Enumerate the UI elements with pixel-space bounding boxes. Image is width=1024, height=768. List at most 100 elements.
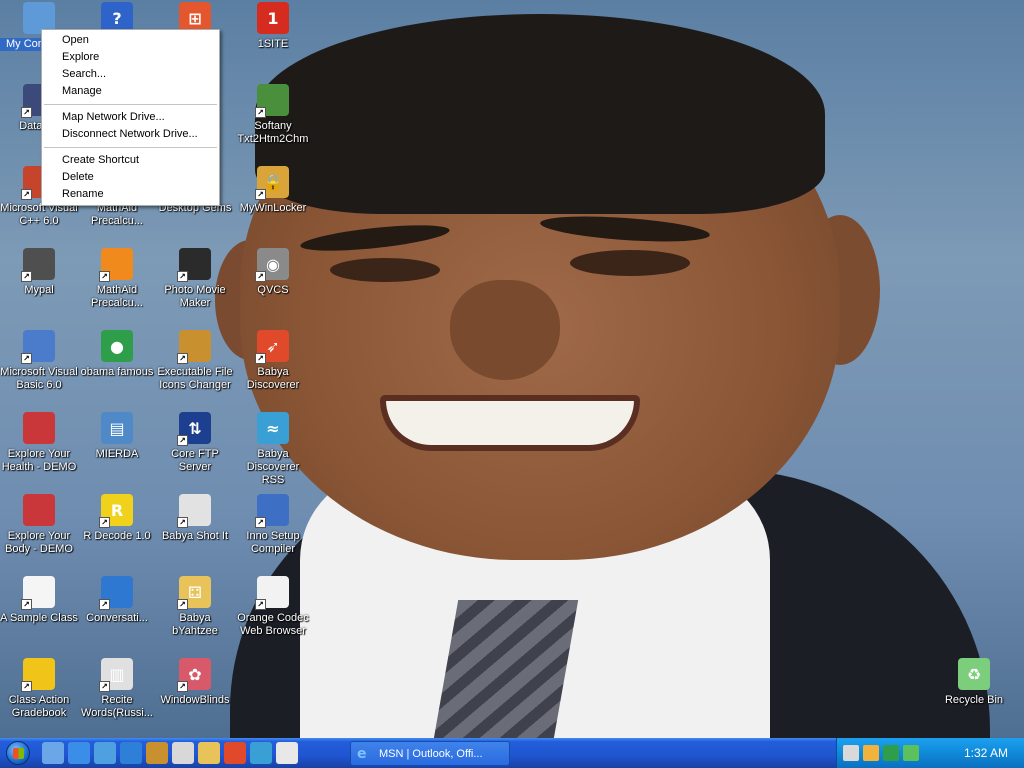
- desktop-icon-conversation[interactable]: ↗ Conversati...: [78, 574, 156, 652]
- desktop-icon-recycle-bin[interactable]: ♻ Recycle Bin: [935, 656, 1013, 734]
- wallpaper-neck: [370, 400, 700, 540]
- quick-launch-windows-update-icon[interactable]: [94, 742, 116, 764]
- quick-launch-document-icon[interactable]: [276, 742, 298, 764]
- desktop[interactable]: My Computer? ⊞ 1 1SITE ↗ DataWe ↗ Softany Txt2H…: [0, 0, 1024, 738]
- palette-icon: ✿ ↗: [177, 658, 211, 692]
- desktop-icon-label: Core FTP Server: [171, 448, 219, 473]
- wallpaper-face: [240, 40, 840, 560]
- desktop-icon-obama-famous[interactable]: ● obama famous: [78, 328, 156, 406]
- desktop-icon-qvcs[interactable]: ◉ ↗ QVCS: [234, 246, 312, 324]
- desktop-icon-label: MIERDA: [95, 448, 139, 460]
- start-button[interactable]: [0, 738, 36, 768]
- desktop-icon-label: Class Action Gradebook: [8, 694, 70, 719]
- ftp-icon: ⇅ ↗: [177, 412, 211, 446]
- taskbar-button-msn[interactable]: e MSN | Outlook, Offi...: [350, 741, 510, 766]
- menu-item-open[interactable]: Open: [42, 32, 219, 49]
- desktop-icon-label: Babya Shot It: [161, 530, 229, 542]
- dice-icon: ⚃ ↗: [177, 576, 211, 610]
- shortcut-arrow-icon: ↗: [99, 517, 110, 528]
- desktop-icon-softany[interactable]: ↗ Softany Txt2Htm2Chm: [234, 82, 312, 160]
- camera-icon: ◉ ↗: [255, 248, 289, 282]
- desktop-icon-label: Inno Setup Compiler: [246, 530, 300, 555]
- desktop-icon-orange-codec[interactable]: ↗ Orange Codec Web Browser: [234, 574, 312, 652]
- desktop-icon-exe-icons-changer[interactable]: ↗ Executable File Icons Changer: [156, 328, 234, 406]
- keyboard-icon[interactable]: [843, 745, 859, 761]
- shortcut-arrow-icon: ↗: [21, 681, 32, 692]
- menu-item-delete[interactable]: Delete: [42, 169, 219, 186]
- menu-item-explore[interactable]: Explore: [42, 49, 219, 66]
- system-tray: 1:32 AM: [836, 738, 1024, 768]
- shortcut-arrow-icon: ↗: [177, 353, 188, 364]
- network-icon[interactable]: [903, 745, 919, 761]
- menu-item-disconnect-network-drive[interactable]: Disconnect Network Drive...: [42, 126, 219, 143]
- shortcut-arrow-icon: ↗: [21, 107, 32, 118]
- health-icon: [23, 412, 55, 444]
- quick-launch-rocket-icon[interactable]: [224, 742, 246, 764]
- desktop-icon-windowblinds[interactable]: ✿ ↗ WindowBlinds: [156, 656, 234, 734]
- wallpaper-tie: [431, 600, 579, 738]
- shortcut-arrow-icon: ↗: [255, 353, 266, 364]
- gradebook-icon: ↗: [21, 658, 55, 692]
- desktop-icon-ms-visual-basic[interactable]: ↗ Microsoft Visual Basic 6.0: [0, 328, 78, 406]
- wallpaper-nose: [450, 280, 560, 380]
- desktop-icon-photo-movie-maker[interactable]: ↗ Photo Movie Maker: [156, 246, 234, 324]
- desktop-icon-label: MyWinLocker: [239, 202, 307, 214]
- raccoon-icon: ↗: [21, 248, 55, 282]
- desktop-icon-babya-yahtzee[interactable]: ⚃ ↗ Babya bYahtzee: [156, 574, 234, 652]
- desktop-icon-recite-words[interactable]: ▥ ↗ Recite Words(Russi...: [78, 656, 156, 734]
- desktop-icon-label: Conversati...: [86, 612, 148, 624]
- tray-pause-icon[interactable]: [883, 745, 899, 761]
- desktop-icon-mathaid-2[interactable]: ↗ MathAid Precalcu...: [78, 246, 156, 324]
- menu-item-create-shortcut[interactable]: Create Shortcut: [42, 152, 219, 169]
- shortcut-arrow-icon: ↗: [255, 271, 266, 282]
- desktop-icon-babya-shot-it[interactable]: ↗ Babya Shot It: [156, 492, 234, 570]
- desktop-icon-core-ftp[interactable]: ⇅ ↗ Core FTP Server: [156, 410, 234, 488]
- desktop-icon-label: obama famous: [80, 366, 154, 378]
- menu-item-rename[interactable]: Rename: [42, 186, 219, 203]
- desktop-icon-r-decode[interactable]: R ↗ R Decode 1.0: [78, 492, 156, 570]
- desktop-icon-mypal[interactable]: ↗ Mypal: [0, 246, 78, 324]
- quick-launch-internet-explorer-icon[interactable]: [68, 742, 90, 764]
- clapperboard-icon: ↗: [177, 248, 211, 282]
- desktop-icon-inno-setup[interactable]: ↗ Inno Setup Compiler: [234, 492, 312, 570]
- wallpaper-mouth: [380, 395, 640, 451]
- desktop-icon-label: Executable File Icons Changer: [157, 366, 233, 391]
- screenshot-icon: ↗: [177, 494, 211, 528]
- shortcut-arrow-icon: ↗: [99, 599, 110, 610]
- desktop-icon-label: MathAid Precalcu...: [91, 284, 143, 309]
- desktop-icon-babya-discoverer[interactable]: ➶ ↗ Babya Discoverer: [234, 328, 312, 406]
- desktop-icon-class-action[interactable]: ↗ Class Action Gradebook: [0, 656, 78, 734]
- desktop-icon-babya-rss[interactable]: ≈ Babya Discoverer RSS: [234, 410, 312, 488]
- menu-item-search[interactable]: Search...: [42, 66, 219, 83]
- taskbar-button-label: MSN | Outlook, Offi...: [379, 747, 483, 760]
- desktop-icon-label: Babya Discoverer: [246, 366, 300, 391]
- lock-icon: 🔒 ↗: [255, 166, 289, 200]
- quick-launch-computer-icon[interactable]: [42, 742, 64, 764]
- menu-item-manage[interactable]: Manage: [42, 83, 219, 100]
- desktop-icon-label: Orange Codec Web Browser: [237, 612, 309, 637]
- desktop-icon-explore-body[interactable]: Explore Your Body - DEMO: [0, 492, 78, 570]
- shortcut-arrow-icon: ↗: [21, 599, 32, 610]
- desktop-icon-label: Photo Movie Maker: [164, 284, 226, 309]
- desktop-icon-1site[interactable]: 1 1SITE: [234, 0, 312, 78]
- desktop-icon-mywinlocker[interactable]: 🔒 ↗ MyWinLocker: [234, 164, 312, 242]
- clock[interactable]: 1:32 AM: [964, 746, 1008, 760]
- shortcut-arrow-icon: ↗: [177, 435, 188, 446]
- context-menu: Open Explore Search... Manage Map Network Dr…: [41, 29, 220, 206]
- quick-launch-media-player-icon[interactable]: [120, 742, 142, 764]
- quick-launch-rss-icon[interactable]: [250, 742, 272, 764]
- menu-item-map-network-drive[interactable]: Map Network Drive...: [42, 109, 219, 126]
- softany-icon: ↗: [255, 84, 289, 118]
- desktop-icon-label: WindowBlinds: [160, 694, 230, 706]
- desktop-icon-mierda[interactable]: ▤ MIERDA: [78, 410, 156, 488]
- desktop-icon-explore-health[interactable]: Explore Your Health - DEMO: [0, 410, 78, 488]
- browser-icon: ↗: [255, 576, 289, 610]
- desktop-icon-sample-class[interactable]: ↗ A Sample Class: [0, 574, 78, 652]
- quick-launch-exe-changer-icon[interactable]: [146, 742, 168, 764]
- desktop-icon-label: Recite Words(Russi...: [81, 694, 153, 719]
- shortcut-arrow-icon: ↗: [255, 189, 266, 200]
- quick-launch-screenshot-icon[interactable]: [172, 742, 194, 764]
- shortcut-arrow-icon: ↗: [21, 271, 32, 282]
- tray-app-icon[interactable]: [863, 745, 879, 761]
- quick-launch-dice-icon[interactable]: [198, 742, 220, 764]
